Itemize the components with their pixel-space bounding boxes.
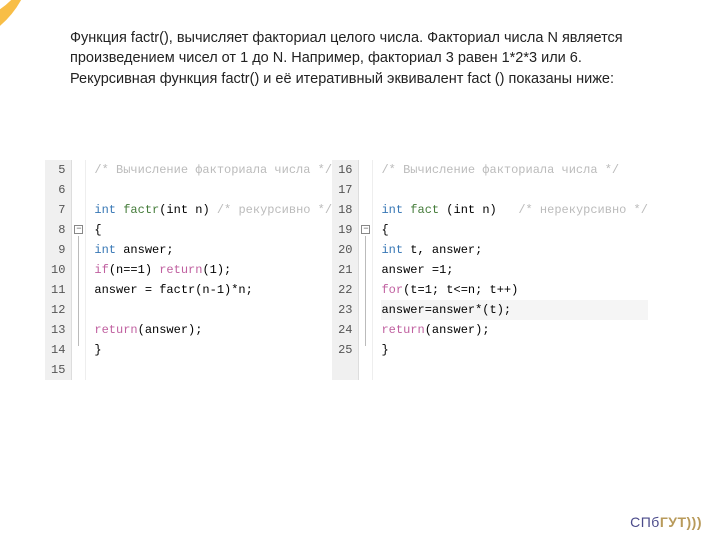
line-number: 17 <box>338 180 352 200</box>
line-number: 23 <box>338 300 352 320</box>
line-number: 21 <box>338 260 352 280</box>
code-line: answer = factr(n-1)*n; <box>94 280 332 300</box>
line-number: 24 <box>338 320 352 340</box>
fold-minus-icon: − <box>361 225 370 234</box>
line-number: 16 <box>338 160 352 180</box>
left-fold-column: − <box>72 160 86 380</box>
code-line: int factr(int n) /* рекурсивно */ <box>94 200 332 220</box>
line-number: 18 <box>338 200 352 220</box>
right-source: /* Вычисление факториала числа */ int fac… <box>373 160 647 380</box>
code-line: return(answer); <box>381 320 647 340</box>
code-line <box>381 180 647 200</box>
line-number: 20 <box>338 240 352 260</box>
right-code-block: 16171819202122232425 − /* Вычисление фак… <box>332 160 648 380</box>
code-line: int fact (int n) /* нерекурсивно */ <box>381 200 647 220</box>
code-line <box>94 300 332 320</box>
left-source: /* Вычисление факториала числа */ int fac… <box>86 160 332 380</box>
left-gutter: 56789101112131415 <box>45 160 72 380</box>
fold-minus-icon: − <box>74 225 83 234</box>
code-line: } <box>381 340 647 360</box>
code-line: answer =1; <box>381 260 647 280</box>
code-line: /* Вычисление факториала числа */ <box>94 160 332 180</box>
line-number: 15 <box>51 360 65 380</box>
logo-left: СПб <box>630 514 660 530</box>
line-number: 9 <box>51 240 65 260</box>
code-line: { <box>94 220 332 240</box>
left-code-block: 56789101112131415 − /* Вычисление фактор… <box>45 160 332 380</box>
line-number: 19 <box>338 220 352 240</box>
code-line: answer=answer*(t); <box>381 300 647 320</box>
code-line: return(answer); <box>94 320 332 340</box>
line-number: 8 <box>51 220 65 240</box>
line-number: 25 <box>338 340 352 360</box>
line-number: 22 <box>338 280 352 300</box>
code-line: int answer; <box>94 240 332 260</box>
code-line: for(t=1; t<=n; t++) <box>381 280 647 300</box>
line-number: 5 <box>51 160 65 180</box>
code-line: } <box>94 340 332 360</box>
logo-right: ГУТ))) <box>660 514 702 530</box>
description-paragraph: Функция factr(), вычисляет факториал цел… <box>70 28 670 89</box>
line-number: 13 <box>51 320 65 340</box>
line-number: 14 <box>51 340 65 360</box>
code-columns: 56789101112131415 − /* Вычисление фактор… <box>45 160 648 380</box>
line-number: 7 <box>51 200 65 220</box>
line-number: 6 <box>51 180 65 200</box>
line-number: 10 <box>51 260 65 280</box>
line-number: 11 <box>51 280 65 300</box>
code-line <box>94 180 332 200</box>
line-number: 12 <box>51 300 65 320</box>
code-line: { <box>381 220 647 240</box>
code-line <box>94 360 332 380</box>
code-line: if(n==1) return(1); <box>94 260 332 280</box>
code-line: /* Вычисление факториала числа */ <box>381 160 647 180</box>
logo: СПбГУТ))) <box>630 514 702 530</box>
right-fold-column: − <box>359 160 373 380</box>
right-gutter: 16171819202122232425 <box>332 160 359 380</box>
code-line: int t, answer; <box>381 240 647 260</box>
